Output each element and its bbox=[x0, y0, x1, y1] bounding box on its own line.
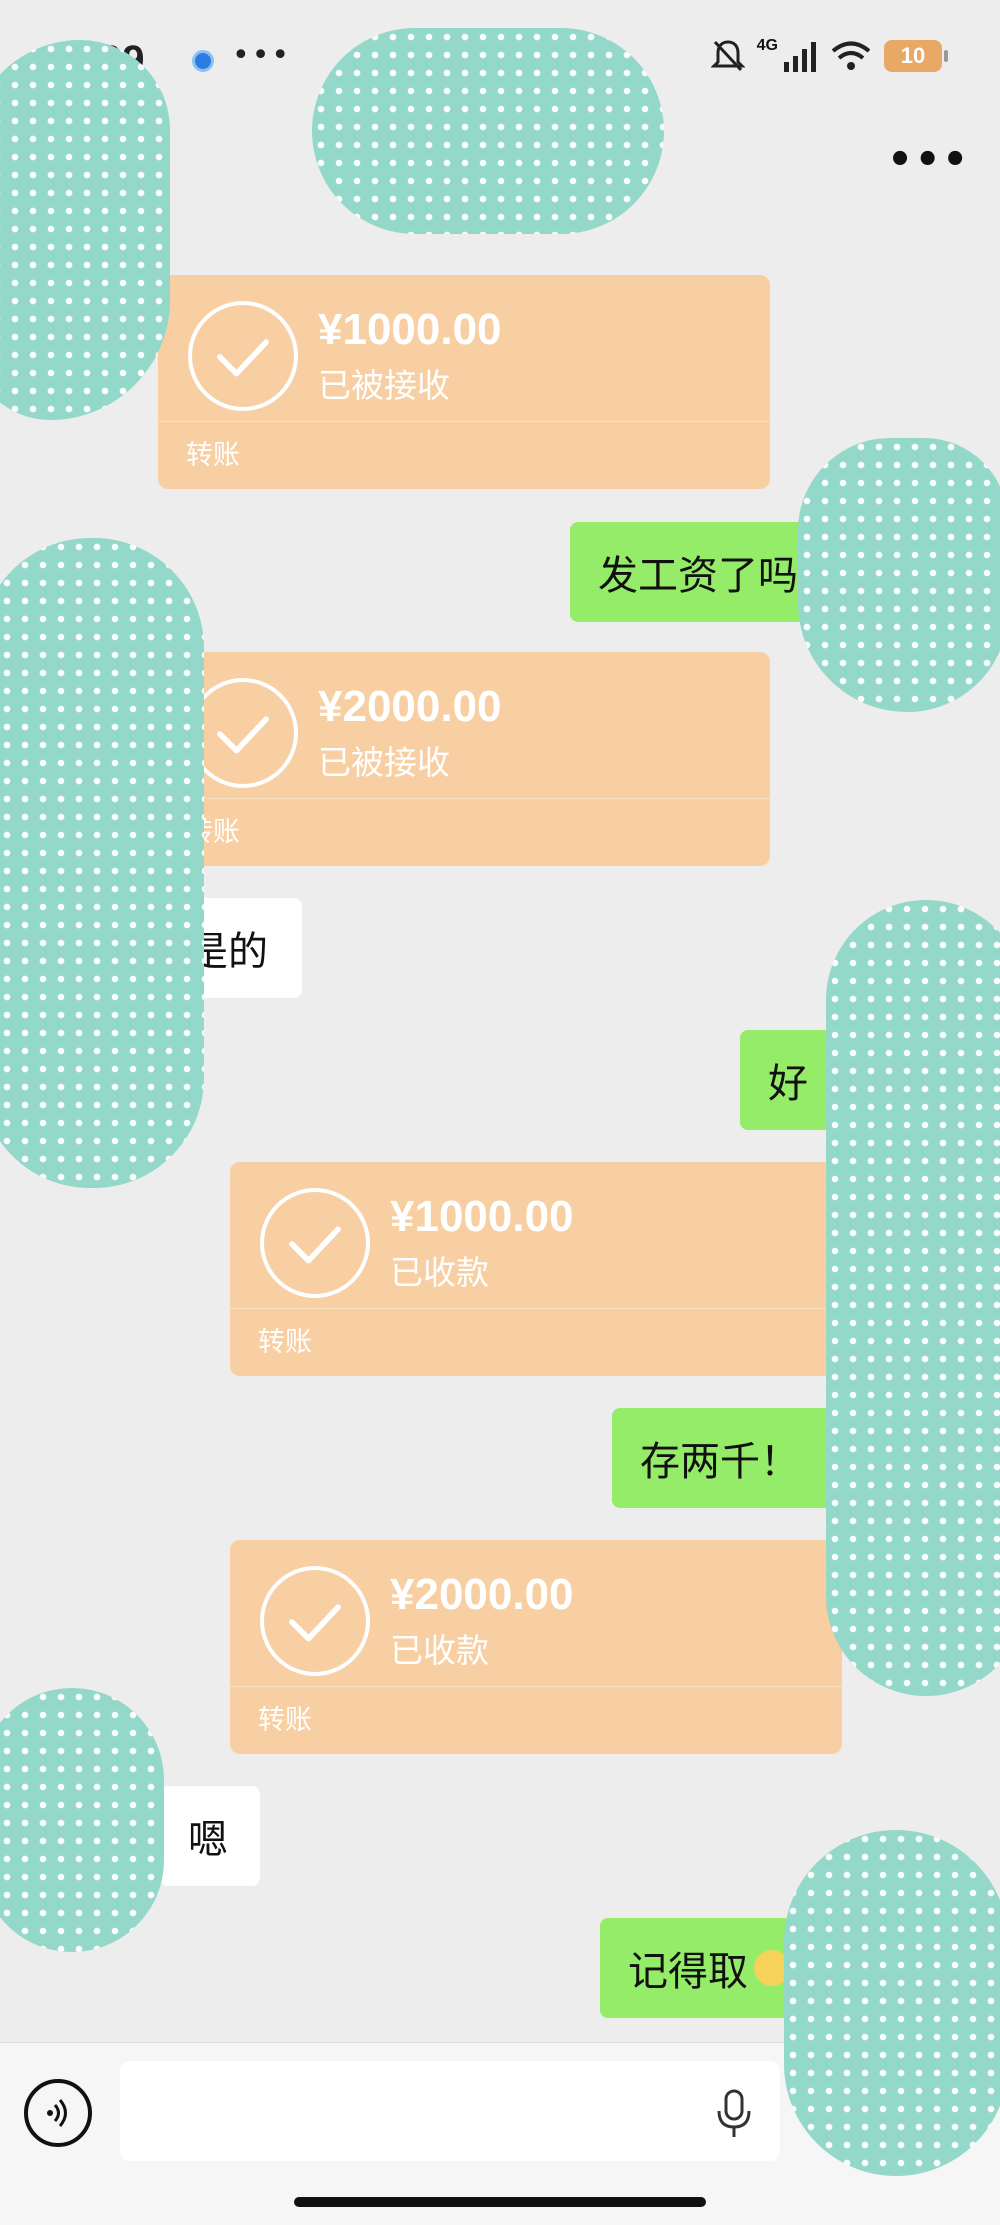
transfer-divider bbox=[158, 421, 770, 422]
status-indicators: 4G 10 bbox=[710, 36, 948, 76]
transfer-divider bbox=[158, 798, 770, 799]
message-input[interactable] bbox=[120, 2061, 780, 2161]
transfer-amount: ¥1000.00 bbox=[318, 305, 502, 354]
transfer-kind: 转账 bbox=[258, 1327, 312, 1358]
message-text: 存两千！ bbox=[640, 1439, 800, 1485]
outgoing-message[interactable]: 发工资了吗 bbox=[570, 522, 842, 622]
decorative-blob bbox=[826, 900, 1000, 1696]
decorative-blob bbox=[784, 1830, 1000, 2176]
app-notification-icon bbox=[192, 50, 214, 72]
transfer-state: 已收款 bbox=[390, 1253, 489, 1292]
decorative-blob bbox=[0, 1688, 164, 1952]
transfer-divider bbox=[230, 1686, 842, 1687]
mute-bell-icon bbox=[710, 40, 745, 72]
message-text: 发工资了吗 bbox=[598, 553, 798, 599]
transfer-card[interactable]: ¥2000.00 已收款 转账 bbox=[230, 1540, 842, 1754]
transfer-card[interactable]: ¥1000.00 已收款 转账 bbox=[230, 1162, 842, 1376]
decorative-blob bbox=[0, 40, 170, 420]
network-type: 4G bbox=[756, 37, 778, 54]
more-options-icon[interactable]: ••• bbox=[887, 140, 970, 180]
decorative-blob bbox=[312, 28, 664, 234]
transfer-amount: ¥2000.00 bbox=[390, 1570, 574, 1619]
decorative-blob bbox=[0, 538, 204, 1188]
voice-toggle-button[interactable] bbox=[24, 2079, 92, 2147]
transfer-divider bbox=[230, 1308, 842, 1309]
wifi-icon bbox=[831, 41, 871, 70]
message-text: 好 bbox=[768, 1061, 808, 1107]
incoming-message[interactable]: 嗯 bbox=[148, 1786, 260, 1886]
transfer-amount: ¥2000.00 bbox=[318, 682, 502, 731]
home-indicator[interactable] bbox=[294, 2197, 706, 2207]
message-text: 记得取 bbox=[628, 1949, 748, 1995]
transfer-kind: 转账 bbox=[258, 1705, 312, 1736]
outgoing-message[interactable]: 存两千！ bbox=[612, 1408, 854, 1508]
transfer-kind: 转账 bbox=[186, 440, 240, 471]
transfer-card[interactable]: ¥2000.00 已被接收 转账 bbox=[158, 652, 770, 866]
decorative-blob bbox=[798, 438, 1000, 712]
transfer-card[interactable]: ¥1000.00 已被接收 转账 bbox=[158, 275, 770, 489]
check-icon bbox=[188, 301, 298, 411]
status-more-icon: ••• bbox=[232, 38, 292, 73]
transfer-amount: ¥1000.00 bbox=[390, 1192, 574, 1241]
transfer-state: 已收款 bbox=[390, 1631, 489, 1670]
message-text: 嗯 bbox=[188, 1817, 228, 1863]
signal-icon bbox=[784, 42, 816, 72]
mic-icon[interactable] bbox=[714, 2089, 754, 2139]
check-icon bbox=[260, 1188, 370, 1298]
check-icon bbox=[260, 1566, 370, 1676]
voice-icon bbox=[47, 2099, 67, 2127]
transfer-state: 已被接收 bbox=[318, 366, 450, 405]
check-icon bbox=[188, 678, 298, 788]
transfer-state: 已被接收 bbox=[318, 743, 450, 782]
battery-indicator: 10 bbox=[884, 40, 948, 72]
